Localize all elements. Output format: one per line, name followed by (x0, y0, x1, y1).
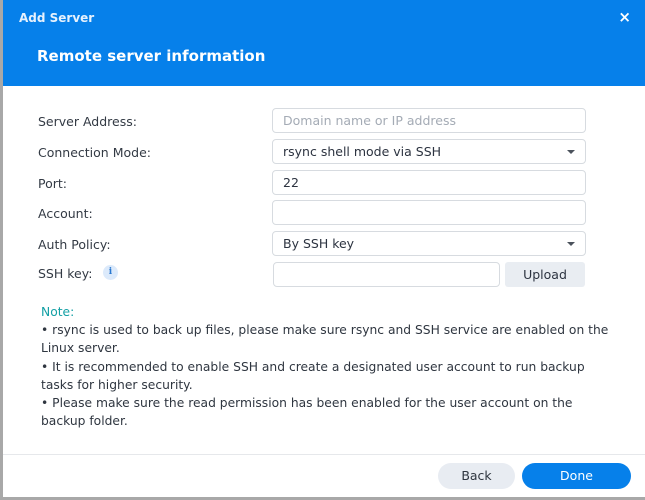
connection-mode-label: Connection Mode: (38, 145, 151, 160)
note-title: Note: (41, 305, 75, 319)
note-item: • Please make sure the read permission h… (41, 396, 573, 429)
auth-policy-value: By SSH key (283, 236, 355, 251)
connection-mode-value: rsync shell mode via SSH (283, 144, 442, 159)
dialog-title: Add Server (19, 11, 95, 25)
dialog-header: Add Server × Remote server information (3, 0, 645, 86)
ssh-key-input[interactable] (273, 262, 500, 287)
ssh-key-label: SSH key: (38, 266, 93, 281)
note-section: Note: • rsync is used to back up files, … (41, 303, 611, 430)
port-input[interactable]: 22 (272, 170, 586, 195)
port-label: Port: (38, 176, 67, 191)
server-address-input[interactable]: Domain name or IP address (272, 108, 586, 133)
info-icon[interactable]: i (103, 265, 118, 280)
chevron-down-icon (567, 150, 575, 154)
upload-button[interactable]: Upload (505, 262, 585, 287)
back-button[interactable]: Back (438, 463, 515, 489)
close-icon[interactable]: × (618, 8, 631, 26)
account-input[interactable] (272, 200, 586, 225)
auth-policy-select[interactable]: By SSH key (272, 231, 586, 256)
auth-policy-label: Auth Policy: (38, 237, 111, 252)
note-item: • It is recommended to enable SSH and cr… (41, 359, 585, 392)
account-label: Account: (38, 206, 93, 221)
footer-divider (3, 454, 645, 455)
server-address-label: Server Address: (38, 114, 137, 129)
section-title: Remote server information (37, 47, 266, 65)
add-server-dialog: Add Server × Remote server information S… (0, 0, 645, 500)
connection-mode-select[interactable]: rsync shell mode via SSH (272, 139, 586, 164)
chevron-down-icon (567, 242, 575, 246)
done-button[interactable]: Done (522, 463, 631, 489)
note-item: • rsync is used to back up files, please… (41, 323, 609, 356)
